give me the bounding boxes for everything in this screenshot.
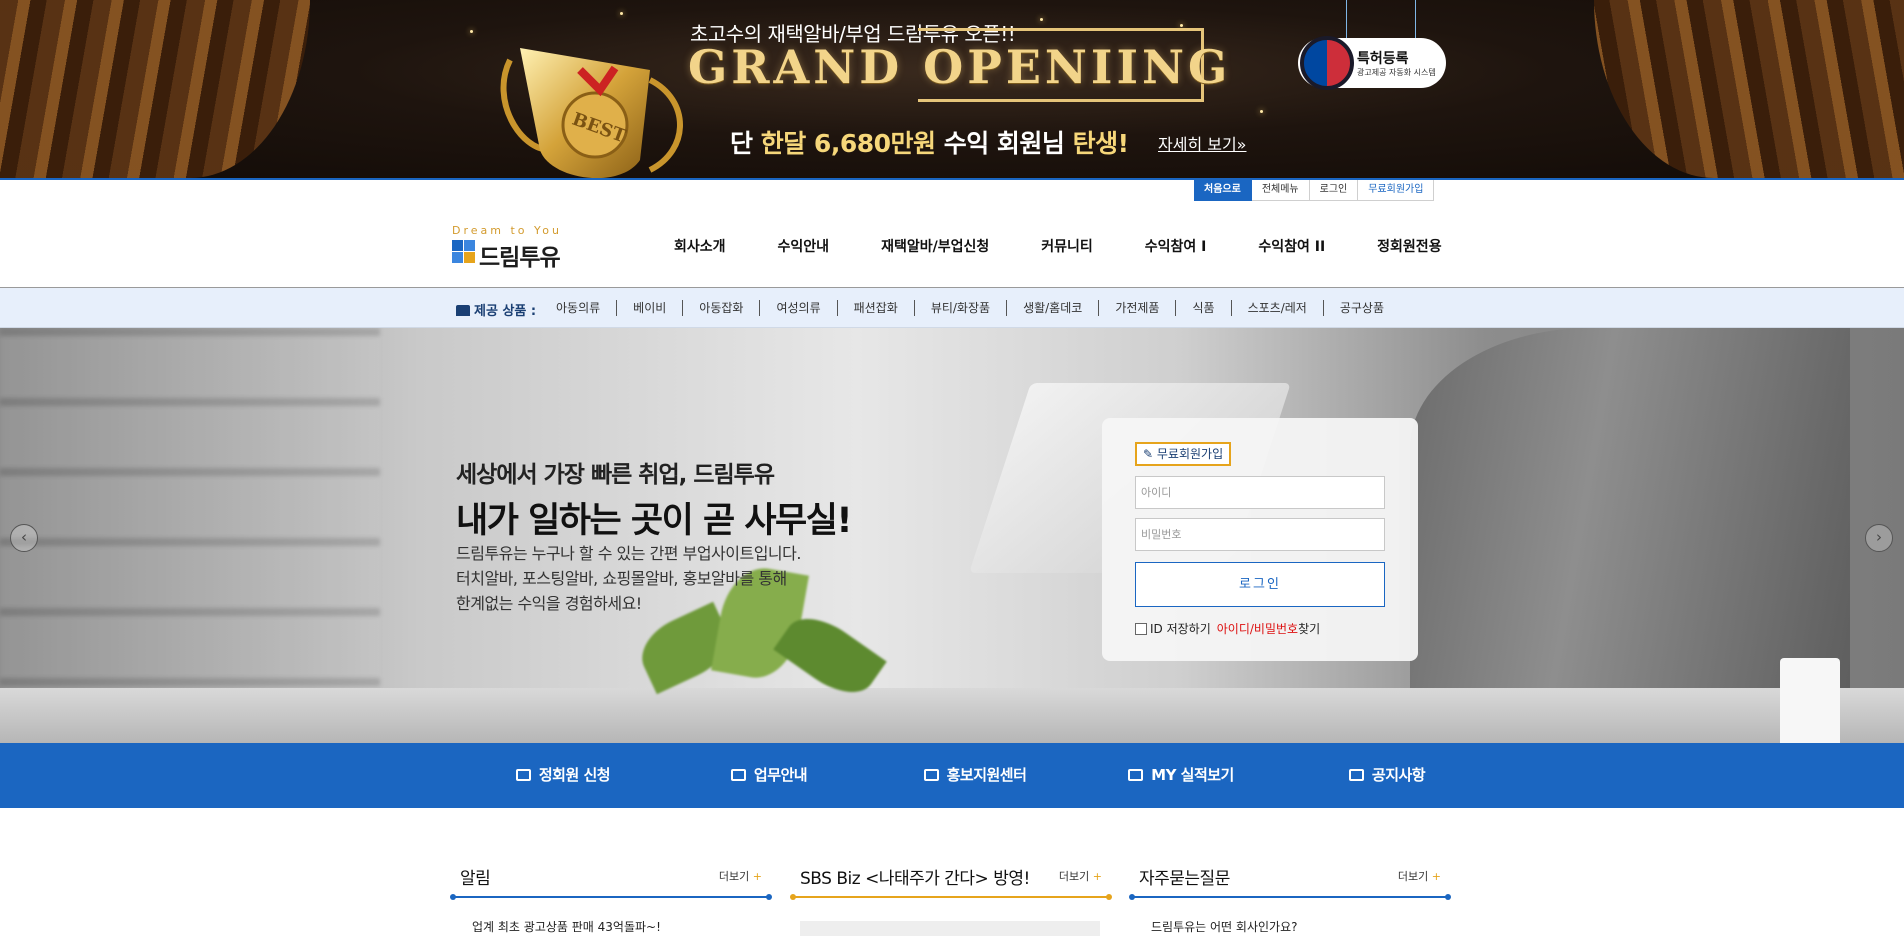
patent-subtitle: 광고제공 자동화 시스템: [1357, 68, 1436, 77]
trophy-icon: BEST: [500, 48, 683, 178]
top-promo-banner[interactable]: BEST 초고수의 재택알바/부업 드림투유 오픈!! GRAND OPENII…: [0, 0, 1904, 178]
nav-revenue-info[interactable]: 수익안내: [752, 236, 856, 258]
nav-company[interactable]: 회사소개: [648, 236, 752, 258]
category-item[interactable]: 식품: [1176, 300, 1232, 316]
sparkle: [1260, 110, 1263, 113]
sparkle: [470, 30, 473, 33]
banner-more-link[interactable]: 자세히 보기»: [1158, 131, 1246, 155]
video-thumbnail[interactable]: [800, 921, 1100, 936]
signup-link[interactable]: 무료회원가입: [1358, 180, 1435, 201]
id-card-icon: [515, 769, 531, 781]
board-title: 알림: [460, 869, 491, 889]
list-item[interactable]: 업계 최초 광고상품 판매 43억돌파~!: [472, 918, 661, 935]
hero-tagline: 세상에서 가장 빠른 취업, 드림투유: [456, 462, 775, 488]
board-underline: [1129, 894, 1451, 900]
sparkle: [620, 12, 623, 15]
document-icon: [730, 769, 746, 781]
category-item[interactable]: 여성의류: [760, 300, 838, 316]
nav-revenue-2[interactable]: 수익참여 II: [1232, 236, 1351, 258]
list-item[interactable]: 드림투유는 어떤 회사인가요?: [1151, 918, 1297, 935]
megaphone-icon: [1348, 769, 1364, 781]
board-more-link[interactable]: 더보기 +: [719, 868, 762, 884]
category-item[interactable]: 패션잡화: [838, 300, 915, 316]
slider-prev-button[interactable]: ‹: [10, 524, 38, 552]
nav-apply[interactable]: 재택알바/부업신청: [855, 236, 1015, 258]
quick-menu-bar: 정회원 신청 업무안내 홍보지원센터 MY 실적보기 공지사항: [0, 743, 1904, 808]
board-underline: [450, 894, 772, 900]
category-list: 아동의류 베이비 아동잡화 여성의류 패션잡화 뷰티/화장품 생활/홈데코 가전…: [540, 300, 1400, 316]
quick-notice[interactable]: 공지사항: [1284, 743, 1490, 808]
main-nav: 회사소개 수익안내 재택알바/부업신청 커뮤니티 수익참여 I 수익참여 II …: [648, 236, 1468, 258]
category-item[interactable]: 스포츠/레저: [1232, 300, 1324, 316]
store-icon: [456, 305, 470, 316]
patent-title: 특허등록: [1357, 51, 1409, 67]
category-item[interactable]: 가전제품: [1099, 300, 1177, 316]
nav-community[interactable]: 커뮤니티: [1015, 236, 1119, 258]
hero-description: 드림투유는 누구나 할 수 있는 간편 부업사이트입니다. 터치알바, 포스팅알…: [456, 544, 801, 613]
find-account-link[interactable]: 아이디/비밀번호: [1217, 620, 1298, 637]
category-label: 제공 상품 :: [456, 300, 536, 319]
password-input[interactable]: [1135, 518, 1385, 551]
category-item[interactable]: 뷰티/화장품: [915, 300, 1008, 316]
find-suffix: 찾기: [1298, 622, 1321, 636]
curtain-right-decoration: [1594, 0, 1904, 178]
category-item[interactable]: 아동잡화: [683, 300, 761, 316]
background-shelf: [0, 328, 380, 743]
banner-headline: 단 한달 6,680만원 수익 회원님 탄생!: [730, 129, 1129, 158]
category-item[interactable]: 베이비: [617, 300, 684, 316]
board-sbs: SBS Biz <나태주가 간다> 방영! 더보기 +: [790, 864, 1112, 936]
free-signup-button[interactable]: ✎ 무료회원가입: [1135, 442, 1232, 466]
quick-promo-center[interactable]: 홍보지원센터: [872, 743, 1078, 808]
board-more-link[interactable]: 더보기 +: [1398, 868, 1441, 884]
taegeuk-icon: [1300, 36, 1354, 90]
coins-icon: [1128, 769, 1144, 781]
edit-icon: ✎: [1143, 447, 1157, 461]
board-title: SBS Biz <나태주가 간다> 방영!: [800, 869, 1030, 889]
coffee-cup-image: [1780, 658, 1840, 743]
login-link[interactable]: 로그인: [1309, 180, 1359, 201]
curtain-left-decoration: [0, 0, 310, 178]
presentation-icon: [923, 769, 939, 781]
slider-next-button[interactable]: ›: [1865, 524, 1893, 552]
desk-surface: [0, 688, 1904, 743]
logo-tagline[interactable]: Dream to You: [452, 224, 562, 237]
quick-my-performance[interactable]: MY 실적보기: [1078, 743, 1284, 808]
sparkle: [1040, 18, 1043, 21]
quick-member-apply[interactable]: 정회원 신청: [460, 743, 666, 808]
quick-work-guide[interactable]: 업무안내: [666, 743, 872, 808]
patent-badge-wires: [1346, 0, 1416, 40]
category-item[interactable]: 아동의류: [540, 300, 618, 316]
nav-members-only[interactable]: 정회원전용: [1351, 236, 1467, 258]
category-item[interactable]: 생활/홈데코: [1007, 300, 1100, 316]
board-more-link[interactable]: 더보기 +: [1059, 868, 1102, 884]
board-underline: [790, 894, 1112, 900]
sparkle: [1180, 24, 1183, 27]
all-menu-link[interactable]: 전체메뉴: [1251, 180, 1310, 201]
login-options: ID 저장하기 아이디/비밀번호 찾기: [1135, 620, 1320, 637]
board-title: 자주묻는질문: [1139, 869, 1230, 889]
hero-slider: [0, 328, 1904, 743]
login-panel: ✎ 무료회원가입 로그인 ID 저장하기 아이디/비밀번호 찾기: [1102, 418, 1418, 661]
category-bar: 제공 상품 : 아동의류 베이비 아동잡화 여성의류 패션잡화 뷰티/화장품 생…: [0, 288, 1904, 328]
board-notice: 알림 더보기 + 업계 최초 광고상품 판매 43억돌파~!: [450, 864, 772, 936]
banner-title: GRAND OPENIING: [688, 40, 1232, 94]
top-divider: [0, 178, 1904, 180]
save-id-checkbox[interactable]: [1135, 622, 1147, 635]
user-id-input[interactable]: [1135, 476, 1385, 509]
board-faq: 자주묻는질문 더보기 + 드림투유는 어떤 회사인가요?: [1129, 864, 1451, 936]
save-id-label: ID 저장하기: [1150, 622, 1211, 636]
logo-text[interactable]: 드림투유: [479, 238, 561, 272]
login-button[interactable]: 로그인: [1135, 562, 1385, 607]
nav-revenue-1[interactable]: 수익참여 I: [1119, 236, 1233, 258]
logo-mark-icon[interactable]: [452, 240, 476, 264]
home-link[interactable]: 처음으로: [1194, 180, 1252, 201]
category-item[interactable]: 공구상품: [1324, 300, 1400, 316]
utility-links: 처음으로 전체메뉴 로그인 무료회원가입: [1194, 180, 1435, 201]
hero-headline: 내가 일하는 곳이 곧 사무실!: [456, 501, 852, 541]
